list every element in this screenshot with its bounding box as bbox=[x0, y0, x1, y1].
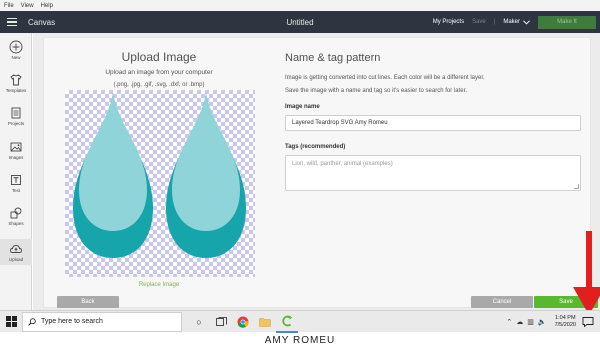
onedrive-icon[interactable]: ☁ bbox=[516, 318, 523, 326]
menu-bar: File View Help bbox=[0, 0, 600, 11]
tags-label: Tags (recommended) bbox=[285, 144, 346, 150]
network-icon[interactable]: ▥ bbox=[527, 318, 534, 326]
clock-time: 1:04 PM bbox=[555, 315, 576, 321]
topbar-separator: | bbox=[493, 19, 496, 25]
resize-handle-icon[interactable] bbox=[574, 184, 579, 189]
form-title: Name & tag pattern bbox=[285, 52, 381, 64]
sidebar-item-text[interactable]: Text bbox=[0, 173, 32, 193]
form-description-1: Image is getting converted into cut line… bbox=[285, 75, 485, 81]
image-name-label: Image name bbox=[285, 104, 320, 110]
make-it-button[interactable]: Make It bbox=[538, 15, 596, 29]
windows-logo-icon bbox=[5, 316, 17, 327]
teardrop-left-inner bbox=[79, 93, 147, 231]
form-description-2: Save the image with a name and tag so it… bbox=[285, 88, 467, 94]
upload-subtitle: Upload an image from your computer bbox=[105, 69, 213, 76]
cortana-icon[interactable]: ○ bbox=[188, 311, 210, 333]
design-space-icon[interactable] bbox=[276, 311, 298, 333]
my-projects-link[interactable]: My Projects bbox=[433, 19, 464, 25]
watermark-caption: AMY ROMEU bbox=[264, 335, 336, 346]
image-preview bbox=[65, 90, 255, 277]
left-sidebar: New Templates Projects Images Text Shape… bbox=[0, 33, 32, 310]
main-canvas: Upload Image Upload an image from your c… bbox=[33, 33, 600, 315]
sidebar-item-new[interactable]: New bbox=[0, 40, 32, 60]
menu-file[interactable]: File bbox=[4, 3, 14, 9]
machine-label: Maker bbox=[503, 19, 520, 25]
shapes-icon bbox=[10, 207, 22, 219]
system-tray: ⌃ ☁ ▥ 🔈 1:04 PM 7/5/2020 bbox=[506, 311, 576, 333]
upload-title: Upload Image bbox=[121, 50, 197, 64]
app-title: Canvas bbox=[28, 17, 56, 27]
chrome-icon[interactable] bbox=[232, 311, 254, 333]
image-name-input[interactable]: Layered Teardrop SVG Amy Romeu bbox=[285, 115, 581, 131]
teardrop-right-inner bbox=[172, 93, 240, 231]
sidebar-item-label: Upload bbox=[8, 257, 24, 262]
tags-placeholder: Lion, wild, panther, animal (examples) bbox=[292, 161, 393, 167]
show-hidden-icons-icon[interactable]: ⌃ bbox=[506, 318, 512, 326]
text-icon bbox=[11, 175, 21, 185]
sidebar-item-label: Projects bbox=[7, 121, 25, 126]
save-link[interactable]: Save bbox=[472, 19, 486, 25]
projects-icon bbox=[11, 107, 21, 119]
sidebar-item-upload[interactable]: Upload bbox=[0, 239, 32, 265]
sidebar-item-templates[interactable]: Templates bbox=[0, 73, 32, 93]
sidebar-item-label: Text bbox=[11, 188, 21, 193]
upload-file-types: (.png, .jpg, .gif, .svg, .dxf, or .bmp) bbox=[113, 82, 205, 88]
sidebar-item-label: Images bbox=[8, 155, 24, 160]
replace-image-link[interactable]: Replace Image bbox=[64, 282, 254, 288]
plus-icon bbox=[9, 40, 23, 54]
sidebar-item-label: Templates bbox=[5, 88, 27, 93]
chevron-down-icon bbox=[523, 19, 530, 25]
sidebar-item-images[interactable]: Images bbox=[0, 140, 32, 160]
back-button[interactable]: Back bbox=[57, 296, 119, 308]
sidebar-item-label: Shapes bbox=[8, 221, 24, 226]
cancel-button[interactable]: Cancel bbox=[471, 296, 533, 308]
top-bar: Canvas Untitled My Projects Save | Maker… bbox=[0, 11, 600, 33]
shirt-icon bbox=[10, 74, 22, 86]
search-icon bbox=[28, 317, 36, 326]
cloud-upload-icon bbox=[10, 245, 22, 253]
sidebar-item-label: New bbox=[11, 55, 21, 60]
taskbar-clock[interactable]: 1:04 PM 7/5/2020 bbox=[555, 315, 576, 329]
tags-input[interactable]: Lion, wild, panther, animal (examples) bbox=[285, 155, 581, 191]
task-view-icon[interactable] bbox=[210, 311, 232, 333]
windows-taskbar: Type here to search ○ ⌃ ☁ ▥ 🔈 1:04 PM 7/… bbox=[0, 310, 600, 333]
red-arrow-annotation bbox=[573, 231, 600, 315]
menu-help[interactable]: Help bbox=[41, 3, 53, 9]
sidebar-item-projects[interactable]: Projects bbox=[0, 106, 32, 126]
hamburger-menu-icon[interactable] bbox=[0, 11, 24, 33]
image-icon bbox=[10, 142, 22, 152]
clock-date: 7/5/2020 bbox=[554, 322, 576, 328]
menu-view[interactable]: View bbox=[21, 3, 34, 9]
action-center-icon[interactable] bbox=[582, 316, 594, 328]
volume-icon[interactable]: 🔈 bbox=[538, 318, 547, 326]
search-placeholder: Type here to search bbox=[41, 318, 103, 325]
taskbar-search-box[interactable]: Type here to search bbox=[22, 311, 182, 332]
teardrop-image bbox=[73, 93, 246, 258]
machine-select[interactable]: Maker bbox=[503, 19, 530, 25]
windows-start-button[interactable] bbox=[0, 311, 22, 333]
sidebar-item-shapes[interactable]: Shapes bbox=[0, 206, 32, 226]
upload-dialog: Upload Image Upload an image from your c… bbox=[43, 37, 598, 308]
file-explorer-icon[interactable] bbox=[254, 311, 276, 333]
